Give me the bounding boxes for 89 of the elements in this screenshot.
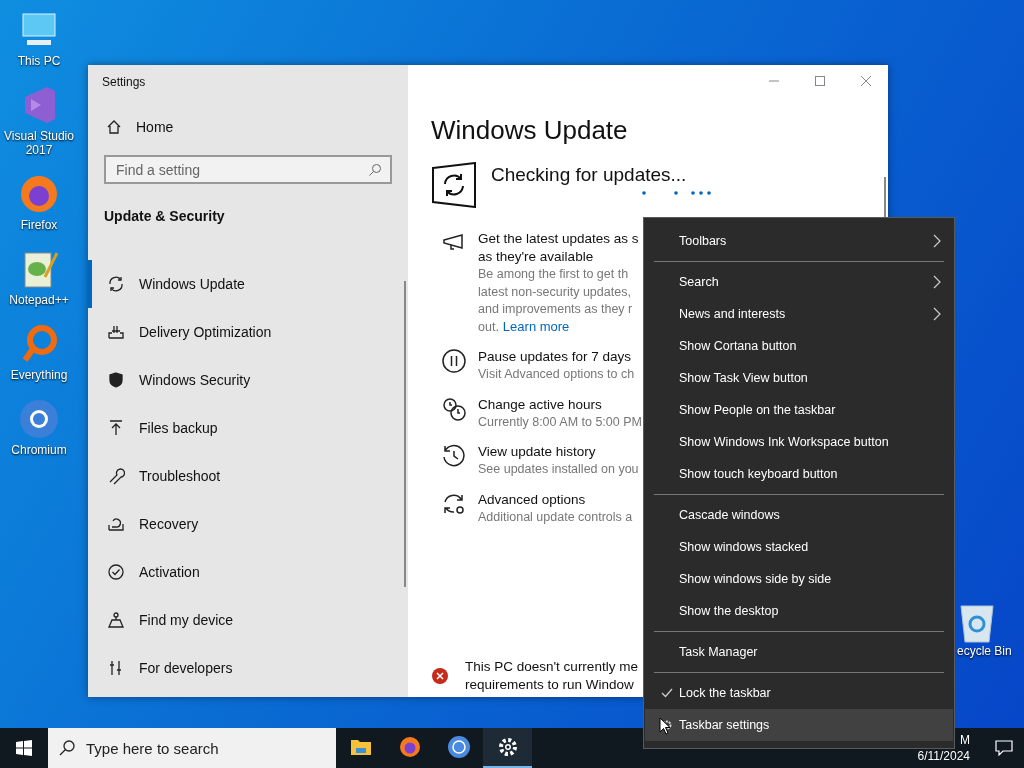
refresh-icon	[107, 275, 125, 293]
sidebar-item[interactable]: Activation	[88, 548, 408, 596]
menu-item[interactable]: Show Windows Ink Workspace button	[645, 426, 953, 458]
option-description: Currently 8:00 AM to 5:00 PM	[478, 413, 642, 431]
learn-more-link[interactable]: Learn more	[502, 318, 570, 334]
option-description: Be among the first to get th	[478, 266, 630, 283]
option-title[interactable]: as they're available	[478, 248, 639, 266]
desktop-icon-label: This PC	[17, 54, 61, 68]
maximize-button[interactable]	[814, 75, 826, 87]
menu-item[interactable]: Show the desktop	[645, 595, 953, 627]
option-title[interactable]: Pause updates for 7 days	[478, 348, 635, 366]
update-status-icon	[431, 162, 477, 208]
notice-text: requirements to run Window	[465, 676, 635, 694]
menu-item[interactable]: Show windows stacked	[645, 531, 953, 563]
desktop-icon-label: Chromium	[11, 443, 67, 457]
scrollbar[interactable]	[404, 281, 406, 587]
clock-time[interactable]: M	[960, 732, 970, 748]
desktop-icon-label: Notepad++	[9, 293, 69, 307]
menu-item[interactable]: Search	[645, 266, 953, 298]
mouse-pointer-icon	[659, 717, 671, 735]
option-description: latest non-security updates,	[478, 283, 632, 301]
desktop-icon-label: Visual Studio 2017	[3, 129, 75, 157]
menu-item[interactable]: Lock the taskbar	[645, 677, 953, 709]
delivery-icon	[107, 323, 125, 341]
menu-item[interactable]: Task Manager	[645, 636, 953, 668]
menu-item[interactable]: Show Cortana button	[645, 330, 953, 362]
chevron-right-icon	[933, 307, 941, 321]
check-icon	[107, 563, 125, 581]
option-description: and improvements as they r	[478, 301, 634, 318]
option-description: Additional update controls a	[478, 508, 633, 526]
option-description: See updates installed on you	[478, 461, 639, 478]
page-heading: Windows Update	[431, 115, 629, 146]
menu-item[interactable]: Taskbar settings	[645, 709, 953, 741]
search-icon	[368, 162, 382, 177]
home-icon	[106, 119, 122, 135]
checkmark-icon	[661, 688, 673, 698]
search-icon	[58, 739, 76, 757]
menu-item[interactable]: Show Task View button	[645, 362, 953, 394]
status-text: Checking for updates...	[491, 164, 688, 186]
option-title[interactable]: View update history	[478, 443, 639, 461]
clock-date[interactable]: 6/11/2024	[917, 748, 970, 764]
sidebar-item[interactable]: Windows Security	[88, 356, 408, 404]
search-box[interactable]: Find a setting	[104, 155, 392, 184]
menu-item[interactable]: Show windows side by side	[645, 563, 953, 595]
section-heading: Update & Security	[103, 208, 226, 224]
clock-icon	[441, 395, 467, 422]
menu-item[interactable]: Toolbars	[645, 225, 953, 257]
recovery-icon	[107, 515, 125, 533]
sidebar-item[interactable]: Find my device	[88, 596, 408, 644]
menu-item[interactable]: Show touch keyboard button	[645, 458, 953, 490]
option-title[interactable]: Change active hours	[478, 395, 642, 414]
sidebar-item[interactable]: Recovery	[88, 500, 408, 548]
scrollbar[interactable]	[884, 177, 886, 217]
search-field[interactable]: Find a setting	[116, 157, 368, 182]
pause-icon	[441, 348, 467, 374]
option-title[interactable]: Advanced options	[478, 490, 633, 509]
desktop-icon-label: Firefox	[20, 218, 58, 232]
person-icon	[107, 611, 125, 629]
speech-bubble-icon	[995, 740, 1013, 756]
error-icon	[431, 667, 449, 685]
notice-text: This PC doesn't currently me	[465, 658, 638, 676]
wrench-icon	[107, 467, 125, 485]
option-title[interactable]: Get the latest updates as s	[478, 230, 639, 248]
home-link[interactable]: Home	[88, 119, 408, 135]
upload-icon	[107, 419, 125, 437]
sidebar-item[interactable]: Files backup	[88, 404, 408, 452]
shield-icon	[107, 371, 125, 389]
sidebar-item[interactable]: Troubleshoot	[88, 452, 408, 500]
menu-item[interactable]: News and interests	[645, 298, 953, 330]
desktop-icon-label: Everything	[10, 368, 68, 382]
chevron-right-icon	[933, 234, 941, 248]
maximize-icon	[814, 75, 826, 87]
option-description: out.	[478, 318, 499, 336]
taskbar-app-button[interactable]	[483, 728, 532, 768]
chromium-icon	[446, 735, 471, 759]
close-button[interactable]	[860, 75, 872, 87]
chevron-right-icon	[933, 275, 941, 289]
menu-item[interactable]: Cascade windows	[645, 499, 953, 531]
option-description: Visit Advanced options to ch	[478, 366, 635, 383]
sidebar-item[interactable]: For developers	[88, 644, 408, 692]
menu-item[interactable]: Show People on the taskbar	[645, 394, 953, 426]
close-icon	[860, 75, 872, 87]
app-icon[interactable]	[17, 397, 61, 441]
history-icon	[441, 443, 467, 469]
desktop-icon-label: ecycle Bin	[957, 644, 1012, 658]
window-title: Settings	[101, 74, 147, 89]
sidebar-item[interactable]: Delivery Optimization	[88, 308, 408, 356]
windows-logo-icon	[16, 740, 32, 756]
firefox-icon	[397, 735, 422, 759]
